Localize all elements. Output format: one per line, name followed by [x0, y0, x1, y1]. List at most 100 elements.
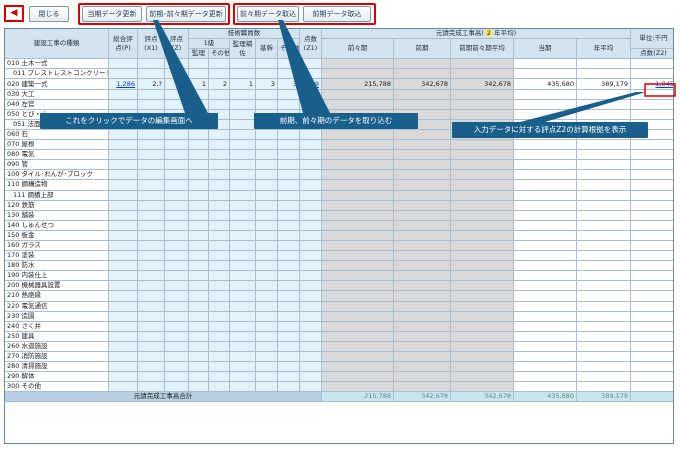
cell-z[interactable] [164, 179, 189, 191]
cell-x1[interactable] [137, 209, 165, 221]
cell-z[interactable] [164, 330, 189, 342]
cell-c[interactable] [229, 270, 256, 282]
cell-x1[interactable] [137, 290, 165, 302]
cell-e[interactable] [277, 58, 300, 70]
cell-b[interactable] [208, 169, 230, 181]
cell-d[interactable] [255, 219, 278, 231]
cell-g[interactable] [393, 239, 451, 252]
cell-j[interactable] [576, 189, 631, 201]
cell-h[interactable] [450, 149, 514, 161]
cell-g[interactable] [393, 290, 451, 302]
table-row[interactable]: 230 造園 [5, 310, 673, 322]
cell-f[interactable] [321, 250, 394, 262]
cell-i[interactable] [513, 350, 577, 363]
table-row[interactable]: 100 タイル･れんが･ブロック [5, 169, 673, 181]
cell-e[interactable] [277, 229, 300, 241]
table-row[interactable]: 300 その他 [5, 381, 673, 393]
cell-i[interactable] [513, 159, 577, 171]
cell-d[interactable] [255, 300, 278, 312]
cell-d[interactable] [255, 128, 278, 141]
import-prev-button[interactable]: 前期データ取込 [303, 6, 371, 22]
cell-h[interactable] [450, 340, 514, 353]
cell-b[interactable] [208, 159, 230, 171]
cell-c[interactable] [229, 128, 256, 141]
cell-z2[interactable] [630, 270, 673, 282]
cell-z1[interactable] [299, 340, 322, 353]
cell-a[interactable] [188, 260, 209, 272]
cell-j[interactable] [576, 340, 631, 353]
cell-f[interactable] [321, 179, 394, 191]
update-current-button[interactable]: 当期データ更新 [82, 6, 142, 22]
close-button[interactable]: 閉じる [29, 6, 69, 22]
table-row[interactable]: 270 消防施設 [5, 350, 673, 363]
cell-a[interactable] [188, 310, 209, 322]
cell-z[interactable] [164, 68, 189, 80]
cell-c[interactable] [229, 290, 256, 302]
cell-z2[interactable] [630, 139, 673, 151]
cell-d[interactable] [255, 169, 278, 181]
cell-f[interactable] [321, 270, 394, 282]
cell-p[interactable] [108, 310, 138, 322]
cell-z[interactable] [164, 270, 189, 282]
cell-p[interactable] [108, 350, 138, 363]
cell-e[interactable] [277, 209, 300, 221]
cell-h[interactable] [450, 108, 514, 120]
cell-z[interactable] [164, 350, 189, 363]
cell-g[interactable] [393, 250, 451, 262]
cell-x1[interactable] [137, 340, 165, 353]
cell-j[interactable] [576, 229, 631, 241]
cell-d[interactable] [255, 361, 278, 373]
cell-d[interactable] [255, 260, 278, 272]
cell-h[interactable] [450, 361, 514, 373]
cell-e[interactable] [277, 381, 300, 393]
update-previous-button[interactable]: 前期･前々期データ更新 [146, 6, 226, 22]
cell-z[interactable] [164, 340, 189, 353]
cell-p[interactable] [108, 179, 138, 191]
cell-p[interactable] [108, 280, 138, 292]
cell-x1[interactable] [137, 250, 165, 262]
cell-i[interactable] [513, 361, 577, 373]
cell-p[interactable] [108, 229, 138, 241]
cell-g[interactable] [393, 169, 451, 181]
cell-j[interactable] [576, 371, 631, 383]
cell-a[interactable] [188, 350, 209, 363]
cell-z2[interactable] [630, 229, 673, 241]
cell-i[interactable] [513, 340, 577, 353]
row-type[interactable]: 200 機械器具設置 [5, 280, 109, 292]
cell-i[interactable] [513, 219, 577, 231]
cell-z1[interactable] [299, 58, 322, 70]
cell-p[interactable] [108, 159, 138, 171]
cell-h[interactable] [450, 68, 514, 80]
cell-b[interactable] [208, 250, 230, 262]
cell-h[interactable] [450, 169, 514, 181]
cell-a[interactable] [188, 361, 209, 373]
cell-z1[interactable] [299, 330, 322, 342]
cell-j[interactable] [576, 270, 631, 282]
table-row[interactable]: 240 さく井 [5, 320, 673, 332]
cell-x1[interactable] [137, 350, 165, 363]
cell-j[interactable] [576, 350, 631, 363]
cell-d[interactable] [255, 280, 278, 292]
row-type[interactable]: 160 ガラス [5, 239, 109, 252]
cell-a[interactable] [188, 300, 209, 312]
cell-f[interactable] [321, 290, 394, 302]
cell-c[interactable] [229, 361, 256, 373]
cell-g[interactable] [393, 270, 451, 282]
cell-i[interactable] [513, 229, 577, 241]
cell-x1[interactable] [137, 260, 165, 272]
back-button[interactable]: ◀ [4, 5, 24, 22]
table-row[interactable]: 200 機械器具設置 [5, 280, 673, 292]
cell-a[interactable] [188, 239, 209, 252]
cell-a[interactable] [188, 179, 209, 191]
cell-j[interactable] [576, 139, 631, 151]
row-type[interactable]: 070 屋根 [5, 139, 109, 151]
cell-e[interactable] [277, 139, 300, 151]
cell-c[interactable] [229, 179, 256, 191]
cell-c[interactable] [229, 209, 256, 221]
cell-e[interactable] [277, 320, 300, 332]
cell-i[interactable] [513, 179, 577, 191]
cell-c[interactable] [229, 340, 256, 353]
cell-x1[interactable] [137, 280, 165, 292]
cell-b[interactable] [208, 128, 230, 141]
cell-c[interactable] [229, 189, 256, 201]
